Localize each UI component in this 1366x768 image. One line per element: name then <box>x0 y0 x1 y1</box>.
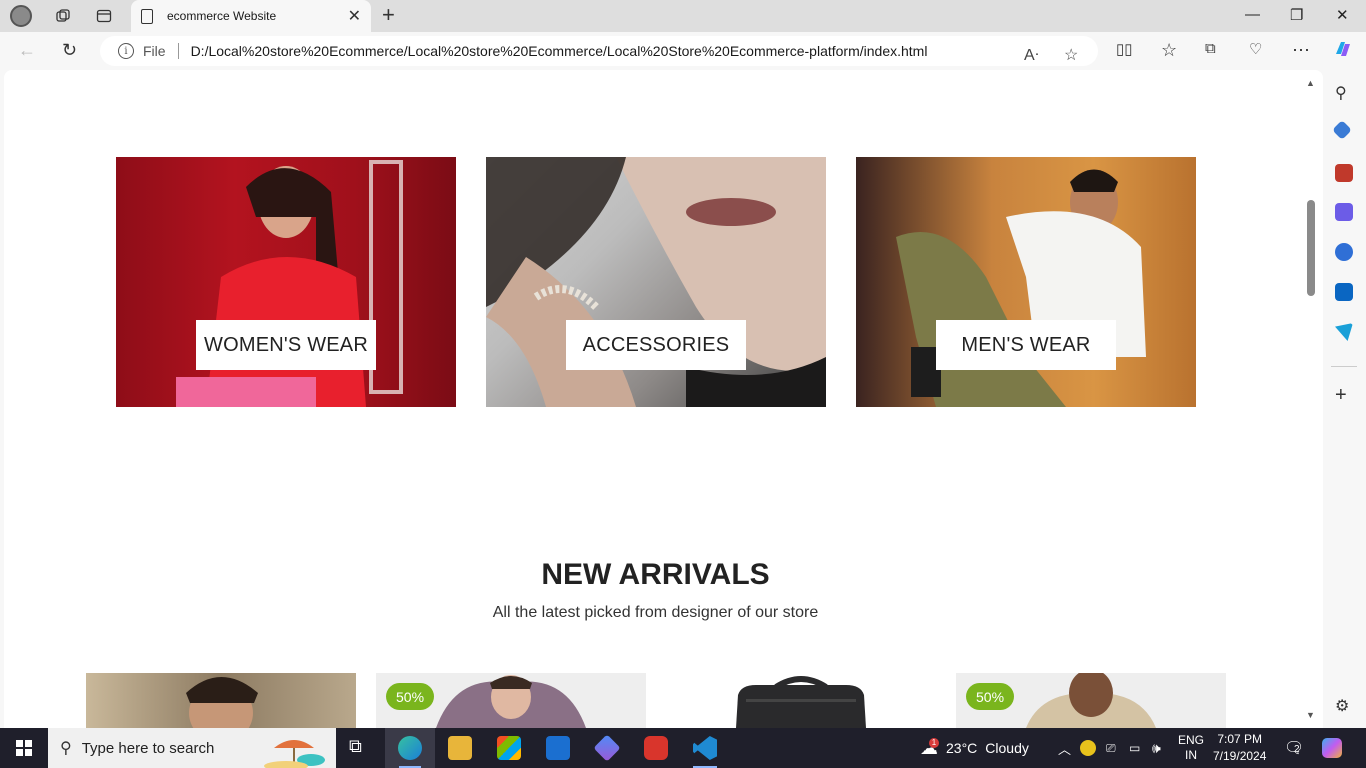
address-bar[interactable]: i File D:/Local%20store%20Ecommerce/Loca… <box>100 36 1098 66</box>
product-card[interactable] <box>666 673 936 728</box>
weather-temp: 23°C <box>946 740 978 756</box>
browser-essentials-icon[interactable]: ♡ <box>1249 40 1262 58</box>
input-language[interactable]: ENG IN <box>1178 728 1204 768</box>
notification-center-icon[interactable]: 🗨 2 <box>1284 728 1304 768</box>
vscode-icon <box>693 736 717 760</box>
clock-time: 7:07 PM <box>1217 732 1263 746</box>
back-icon[interactable]: ← <box>18 40 36 61</box>
battery-icon[interactable]: ▭ <box>1129 728 1140 768</box>
page-viewport: WOMEN'S WEAR ACCESSORIES MEN'S WEAR NEW … <box>4 70 1323 728</box>
workspaces-icon[interactable] <box>50 4 76 28</box>
windows-start-icon[interactable] <box>16 740 32 756</box>
read-aloud-icon[interactable]: Aᐧ <box>1024 45 1039 65</box>
windows-taskbar: ⚲ Type here to search ⧉ ☁ 1 23°C Cloudy ︿… <box>0 728 1366 768</box>
tab-actions-icon[interactable] <box>91 4 117 28</box>
product-card[interactable] <box>86 673 356 728</box>
scroll-thumb[interactable] <box>1307 200 1315 296</box>
scroll-up-arrow-icon[interactable]: ▲ <box>1306 78 1315 88</box>
page-icon <box>141 8 153 24</box>
microsoft-store-icon[interactable] <box>497 736 521 760</box>
sidebar-divider <box>1331 366 1357 367</box>
edge-sidebar: ⚲ + ⚙ <box>1323 70 1366 728</box>
outlook-icon[interactable] <box>1335 283 1353 301</box>
notification-count: 2 <box>1294 744 1300 755</box>
product-image <box>736 676 866 728</box>
edge-taskbar-active[interactable] <box>385 728 435 768</box>
discount-badge: 50% <box>966 683 1015 710</box>
search-highlight-icon <box>264 740 325 768</box>
refresh-icon[interactable]: ↻ <box>62 40 77 61</box>
file-scheme-label: File <box>143 43 166 59</box>
wps-office-icon[interactable] <box>644 736 668 760</box>
copilot-tray-icon[interactable] <box>1322 728 1342 768</box>
new-arrivals-subtitle: All the latest picked from designer of o… <box>492 604 819 621</box>
product-card[interactable]: 50% <box>376 673 646 728</box>
cloudy-weather-icon: ☁ 1 <box>920 737 939 758</box>
show-hidden-icons-icon[interactable]: ︿ <box>1058 728 1071 768</box>
close-window-icon[interactable]: ✕ <box>1336 6 1349 24</box>
close-tab-icon[interactable]: ✕ <box>348 6 361 26</box>
collections-icon[interactable]: ⧉ <box>1205 40 1216 57</box>
tab-title: ecommerce Website <box>167 9 277 23</box>
favorites-icon[interactable]: ☆ <box>1161 40 1177 61</box>
microsoft-365-icon[interactable] <box>1335 243 1353 261</box>
url-text[interactable]: D:/Local%20store%20Ecommerce/Local%20sto… <box>191 43 928 59</box>
clock-date: 7/19/2024 <box>1213 749 1267 763</box>
split-screen-icon[interactable]: ▯▯ <box>1116 40 1133 58</box>
add-sidebar-app-icon[interactable]: + <box>1335 385 1353 405</box>
taskbar-search-box[interactable]: ⚲ Type here to search <box>48 728 336 768</box>
tools-icon[interactable] <box>1335 164 1353 182</box>
weather-text: Cloudy <box>985 740 1029 756</box>
new-tab-icon[interactable]: + <box>382 2 395 28</box>
restore-icon[interactable]: ❐ <box>1290 6 1303 24</box>
region-code: IN <box>1185 748 1197 762</box>
category-label: ACCESSORIES <box>566 320 746 370</box>
task-view-icon[interactable]: ⧉ <box>349 736 373 760</box>
sidebar-settings-icon[interactable]: ⚙ <box>1335 696 1353 715</box>
divider <box>177 43 179 59</box>
active-tab[interactable]: ecommerce Website ✕ <box>131 0 371 32</box>
weather-widget[interactable]: ☁ 1 23°C Cloudy <box>920 728 1029 768</box>
favorite-star-icon[interactable]: ☆ <box>1064 45 1078 65</box>
discount-badge: 50% <box>386 683 435 710</box>
volume-icon[interactable]: 🕪 <box>1152 728 1161 768</box>
vscode-taskbar-item[interactable] <box>685 728 725 768</box>
file-explorer-icon[interactable] <box>448 736 472 760</box>
shopping-tag-icon[interactable] <box>1332 120 1352 140</box>
search-placeholder: Type here to search <box>81 739 215 757</box>
category-label: MEN'S WEAR <box>936 320 1116 370</box>
browser-tab-bar: ecommerce Website ✕ + — ❐ ✕ <box>0 0 1366 32</box>
edge-icon <box>398 736 422 760</box>
games-icon[interactable] <box>1335 203 1353 221</box>
product-card[interactable]: 50% <box>956 673 1226 728</box>
more-menu-icon[interactable]: ⋯ <box>1292 40 1310 61</box>
browser-toolbar: ← ↻ i File D:/Local%20store%20Ecommerce/… <box>0 32 1366 70</box>
copilot-taskbar-icon[interactable] <box>593 734 621 762</box>
tray-app-icon[interactable] <box>1080 728 1096 768</box>
category-card-accessories[interactable]: ACCESSORIES <box>486 157 826 407</box>
product-image <box>186 677 258 728</box>
info-icon[interactable]: i <box>118 43 134 59</box>
profile-avatar-icon[interactable] <box>8 4 34 28</box>
minimize-icon[interactable]: — <box>1245 6 1260 23</box>
weather-alert-badge: 1 <box>929 737 939 748</box>
page-scrollbar[interactable]: ▲ ▼ <box>1305 70 1317 728</box>
category-card-womens-wear[interactable]: WOMEN'S WEAR <box>116 157 456 407</box>
search-icon: ⚲ <box>60 740 72 757</box>
drop-icon[interactable] <box>1335 323 1353 341</box>
category-label: WOMEN'S WEAR <box>196 320 376 370</box>
new-arrivals-title: NEW ARRIVALS <box>541 558 770 591</box>
language-code: ENG <box>1178 733 1205 747</box>
search-icon[interactable]: ⚲ <box>1335 83 1353 102</box>
mail-icon[interactable] <box>546 736 570 760</box>
system-clock[interactable]: 7:07 PM 7/19/2024 <box>1213 731 1266 765</box>
scroll-down-arrow-icon[interactable]: ▼ <box>1306 710 1315 720</box>
meet-now-icon[interactable]: ⎚ <box>1106 728 1116 768</box>
category-card-mens-wear[interactable]: MEN'S WEAR <box>856 157 1196 407</box>
copilot-icon[interactable] <box>1332 38 1354 65</box>
